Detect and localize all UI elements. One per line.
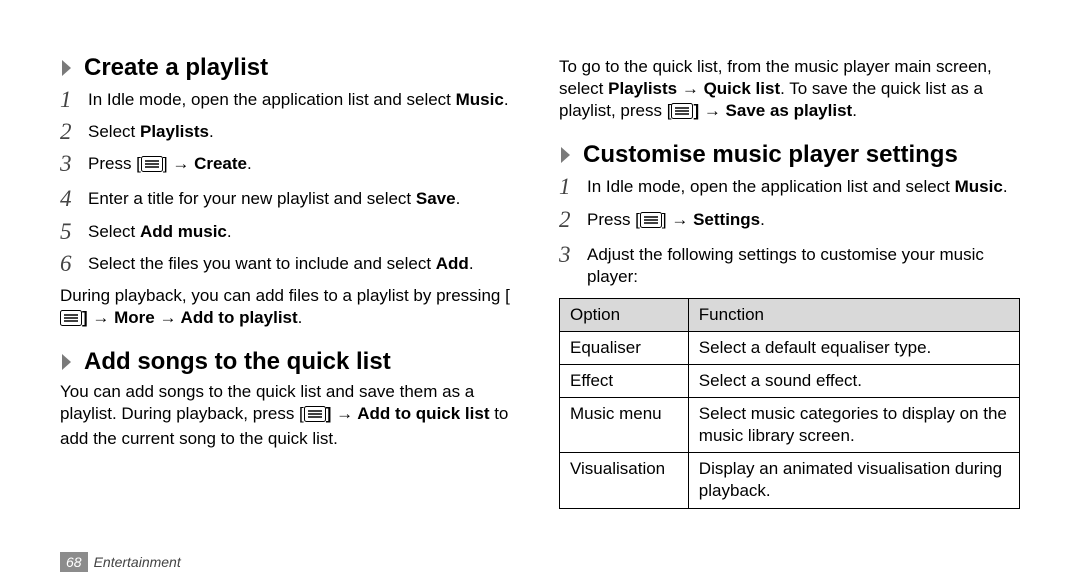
step: Select Add music. (60, 221, 521, 243)
heading-quick-list: Add songs to the quick list (60, 346, 521, 377)
heading-customise-settings: Customise music player settings (559, 139, 1020, 170)
heading-text: Customise music player settings (583, 139, 958, 170)
menu-icon (304, 406, 326, 428)
left-column: Create a playlist In Idle mode, open the… (60, 48, 521, 586)
goto-quick-list-note: To go to the quick list, from the music … (559, 56, 1020, 125)
quick-list-note: You can add songs to the quick list and … (60, 381, 521, 450)
table-header: Function (688, 298, 1019, 331)
customise-steps: In Idle mode, open the application list … (559, 176, 1020, 287)
step: Press [] → Settings. (559, 209, 1020, 234)
step: In Idle mode, open the application list … (559, 176, 1020, 198)
heading-text: Create a playlist (84, 52, 268, 83)
menu-icon (640, 212, 662, 234)
playback-note: During playback, you can add files to a … (60, 285, 521, 332)
step: Adjust the following settings to customi… (559, 244, 1020, 288)
step: Select the files you want to include and… (60, 253, 521, 275)
create-playlist-steps: In Idle mode, open the application list … (60, 89, 521, 275)
menu-icon (141, 156, 163, 178)
menu-icon (60, 310, 82, 332)
table-row: EffectSelect a sound effect. (560, 365, 1020, 398)
step: Press [] → Create. (60, 153, 521, 178)
step: Select Playlists. (60, 121, 521, 143)
table-row: EqualiserSelect a default equaliser type… (560, 331, 1020, 364)
step: Enter a title for your new playlist and … (60, 188, 521, 210)
table-row: Music menuSelect music categories to dis… (560, 398, 1020, 453)
section-name: Entertainment (94, 553, 181, 571)
right-column: To go to the quick list, from the music … (559, 48, 1020, 586)
manual-page: Create a playlist In Idle mode, open the… (0, 0, 1080, 586)
table-header-row: Option Function (560, 298, 1020, 331)
menu-icon (671, 103, 693, 125)
table-header: Option (560, 298, 689, 331)
chevron-icon (60, 59, 74, 77)
settings-table: Option Function EqualiserSelect a defaul… (559, 298, 1020, 509)
page-number: 68 (60, 552, 88, 572)
heading-text: Add songs to the quick list (84, 346, 391, 377)
heading-create-playlist: Create a playlist (60, 52, 521, 83)
step: In Idle mode, open the application list … (60, 89, 521, 111)
page-footer: 68 Entertainment (60, 552, 181, 572)
table-row: VisualisationDisplay an animated visuali… (560, 453, 1020, 508)
chevron-icon (559, 146, 573, 164)
chevron-icon (60, 353, 74, 371)
